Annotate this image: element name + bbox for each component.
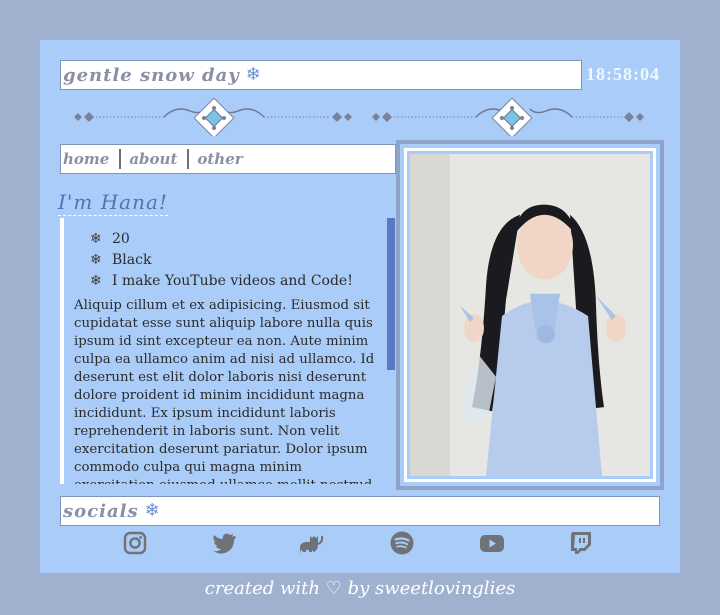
cat-icon[interactable] (298, 530, 324, 556)
scrollbar-thumb[interactable] (387, 218, 395, 370)
main-panel: gentle snow day ❄ 18:58:04 home about ot… (40, 40, 680, 573)
snowflake-icon: ❄ (90, 272, 102, 289)
profile-heading: I'm Hana! (58, 190, 168, 216)
nav-bar: home about other (60, 144, 396, 174)
bio-text: Aliquip cillum et ex adipisicing. Eiusmo… (74, 298, 376, 484)
nav-divider (119, 149, 122, 169)
snowflake-icon: ❄ (144, 500, 160, 521)
footer-credit: created with ♡ by sweetlovinglies (0, 578, 720, 599)
nav-about-link[interactable]: about (127, 150, 183, 168)
portrait-image (410, 154, 650, 476)
spotify-icon[interactable] (389, 530, 415, 556)
facts-list: ❄ 20 ❄ Black ❄ I make YouTube videos and… (74, 228, 382, 291)
snowflake-icon: ❄ (90, 230, 102, 247)
title-bar: gentle snow day ❄ (60, 60, 582, 90)
fact-text: Black (112, 251, 152, 268)
instagram-icon[interactable] (122, 530, 148, 556)
snowflake-icon: ❄ (90, 251, 102, 268)
youtube-icon[interactable] (479, 530, 505, 556)
nav-other-link[interactable]: other (195, 150, 248, 168)
socials-label: socials (63, 500, 139, 522)
photo-border (404, 148, 656, 482)
nav-divider (187, 149, 190, 169)
snowflake-icon: ❄ (245, 64, 261, 85)
photo-frame (396, 140, 664, 490)
list-item: ❄ Black (74, 249, 382, 270)
fact-text: I make YouTube videos and Code! (112, 272, 353, 289)
footer-text-after: by sweetlovinglies (347, 578, 516, 599)
twitter-icon[interactable] (210, 530, 236, 556)
twitch-icon[interactable] (568, 530, 594, 556)
list-item: ❄ I make YouTube videos and Code! (74, 270, 382, 291)
socials-bar: socials ❄ (60, 496, 660, 526)
nav-home-link[interactable]: home (61, 150, 115, 168)
heart-icon: ♡ (325, 578, 342, 599)
list-item: ❄ 20 (74, 228, 382, 249)
page-title: gentle snow day (63, 64, 240, 86)
clock: 18:58:04 (586, 64, 660, 84)
ornamental-divider (74, 98, 644, 136)
profile-photo (410, 154, 650, 476)
fact-text: 20 (112, 230, 130, 247)
footer-text-before: created with (204, 578, 320, 599)
social-icons-row (120, 528, 640, 558)
profile-content[interactable]: ❄ 20 ❄ Black ❄ I make YouTube videos and… (60, 218, 382, 484)
